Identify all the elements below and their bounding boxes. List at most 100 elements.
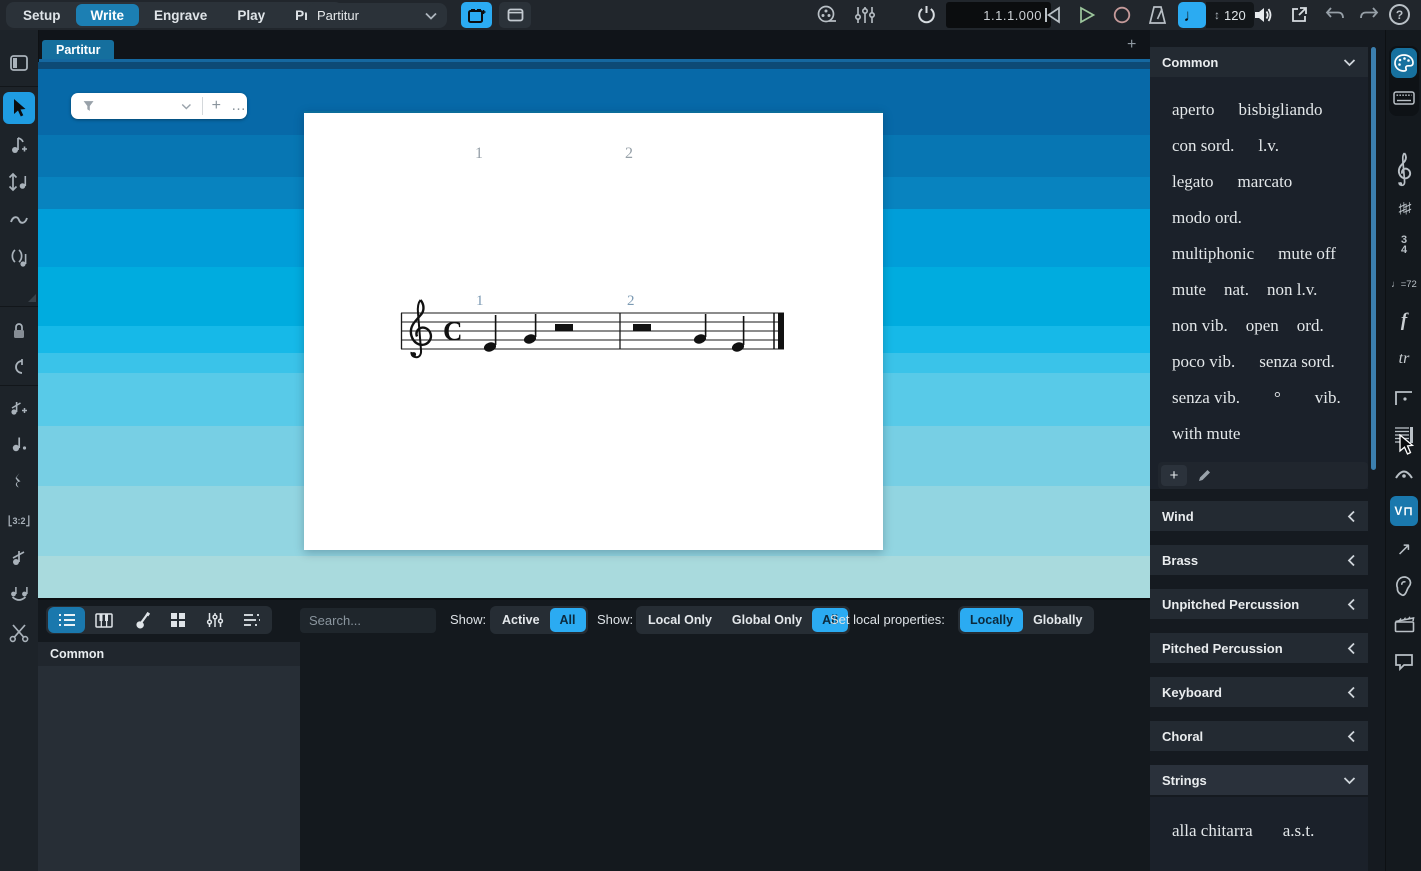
faders-panel-button[interactable]	[196, 607, 233, 633]
technique-item[interactable]: marcato	[1238, 172, 1293, 192]
technique-item[interactable]: a.s.t.	[1283, 821, 1315, 841]
technique-item[interactable]: mute off	[1278, 244, 1336, 264]
filter-more-button[interactable]: …	[231, 98, 247, 113]
time-signatures-panel-button[interactable]: 3 4	[1392, 233, 1416, 257]
mode-tab-write[interactable]: Write	[75, 4, 140, 26]
playback-ear-panel-button[interactable]	[1392, 574, 1416, 598]
play-button[interactable]	[1078, 6, 1096, 24]
single-window-button[interactable]	[499, 2, 531, 28]
chevron-down-icon[interactable]	[181, 102, 192, 111]
insert-lock-button[interactable]	[7, 319, 31, 343]
section-header-choral[interactable]: Choral	[1150, 721, 1368, 751]
technique-item[interactable]: vib.	[1315, 388, 1341, 408]
section-header-wind[interactable]: Wind	[1150, 501, 1368, 531]
ornaments-panel-button[interactable]: tr	[1392, 347, 1416, 371]
mixer-button[interactable]	[854, 5, 876, 25]
technique-item[interactable]: ord.	[1297, 316, 1324, 336]
section-header-pitched-percussion[interactable]: Pitched Percussion	[1150, 633, 1368, 663]
properties-group-header[interactable]: Common	[38, 642, 300, 666]
local-only-button[interactable]: Local Only	[638, 608, 722, 632]
globally-button[interactable]: Globally	[1023, 608, 1092, 632]
technique-item[interactable]: l.v.	[1258, 136, 1279, 156]
technique-item[interactable]: con sord.	[1172, 136, 1234, 156]
technique-item[interactable]: non l.v.	[1267, 280, 1317, 300]
technique-item[interactable]: senza vib.	[1172, 388, 1240, 408]
mixer-panel-button[interactable]	[159, 607, 196, 633]
keyboard-panel-button[interactable]	[85, 607, 122, 633]
locally-button[interactable]: Locally	[960, 608, 1024, 632]
edit-pencil-button[interactable]	[1197, 468, 1212, 483]
section-header-common[interactable]: Common	[1150, 47, 1368, 77]
rhythm-dot-button[interactable]	[7, 433, 31, 457]
tempo-panel-button[interactable]: ♩=72	[1391, 272, 1417, 296]
show-active-button[interactable]: Active	[492, 608, 550, 632]
clefs-panel-button[interactable]	[1392, 152, 1416, 188]
share-button[interactable]	[1290, 6, 1309, 24]
technique-item[interactable]: alla chitarra	[1172, 821, 1253, 841]
repeat-structures-panel-button[interactable]	[1392, 386, 1416, 410]
tuplet-button[interactable]: ⎣3:2⎦	[7, 509, 31, 533]
technique-item[interactable]: legato	[1172, 172, 1214, 192]
new-tab-window-button[interactable]	[461, 2, 492, 28]
select-tool-button[interactable]	[3, 92, 35, 124]
holds-pauses-panel-button[interactable]	[1392, 461, 1416, 485]
score-page[interactable]: 1 2 1 2 C	[304, 111, 883, 550]
voices-tool-button[interactable]	[7, 246, 31, 270]
redo-button[interactable]	[1359, 7, 1379, 23]
mode-tab-engrave[interactable]: Engrave	[139, 4, 222, 26]
undo-button[interactable]	[1325, 7, 1345, 23]
add-tab-button[interactable]: +	[1127, 36, 1136, 54]
onscreen-keyboard-button[interactable]	[1392, 86, 1416, 110]
rest-button[interactable]	[7, 470, 31, 494]
technique-item[interactable]: non vib.	[1172, 316, 1228, 336]
acciaccatura-button[interactable]	[7, 546, 31, 570]
mode-tab-play[interactable]: Play	[222, 4, 280, 26]
toggle-left-panel-button[interactable]	[7, 51, 31, 75]
technique-item[interactable]: multiphonic	[1172, 244, 1254, 264]
video-panel-button[interactable]	[1392, 612, 1416, 636]
score-canvas[interactable]: + … 1 2 1 2 C	[38, 62, 1150, 598]
key-signatures-panel-button[interactable]: ♯♯	[1392, 196, 1416, 220]
dynamics-panel-button[interactable]: f	[1392, 309, 1416, 333]
help-button[interactable]: ?	[1389, 4, 1410, 25]
technique-item[interactable]: modo ord.	[1172, 208, 1242, 228]
video-button[interactable]	[816, 5, 838, 25]
add-technique-button[interactable]: +	[1161, 465, 1187, 486]
technique-item[interactable]: °	[1274, 388, 1281, 408]
show-all-button[interactable]: All	[549, 608, 586, 632]
record-button[interactable]	[1113, 6, 1131, 24]
comments-panel-button[interactable]	[1392, 650, 1416, 674]
properties-list-view-button[interactable]	[48, 607, 85, 633]
technique-item[interactable]: with mute	[1172, 424, 1240, 444]
properties-list-area[interactable]	[38, 666, 300, 871]
technique-item[interactable]: nat.	[1224, 280, 1249, 300]
technique-item[interactable]: open	[1246, 316, 1279, 336]
activate-project-button[interactable]	[916, 4, 937, 25]
scissors-button[interactable]	[7, 621, 31, 645]
panel-scrollbar[interactable]	[1371, 47, 1376, 470]
playing-techniques-panel-button[interactable]: V⊓	[1390, 496, 1418, 526]
insert-scissors-clamp-button[interactable]	[7, 356, 31, 380]
filter-add-button[interactable]: +	[212, 97, 221, 115]
metronome-click-button[interactable]	[1147, 5, 1168, 25]
global-only-button[interactable]: Global Only	[722, 608, 812, 632]
lines-panel-button[interactable]: ↗	[1392, 537, 1416, 561]
rewind-button[interactable]	[1042, 6, 1062, 24]
technique-item[interactable]: aperto	[1172, 100, 1214, 120]
note-input-button[interactable]	[7, 133, 31, 157]
section-header-strings[interactable]: Strings	[1150, 765, 1368, 795]
section-header-keyboard[interactable]: Keyboard	[1150, 677, 1368, 707]
mode-tab-setup[interactable]: Setup	[8, 4, 76, 26]
section-header-unpitched-percussion[interactable]: Unpitched Percussion	[1150, 589, 1368, 619]
grace-note-button[interactable]	[7, 396, 31, 420]
transpose-tool-button[interactable]	[7, 170, 31, 194]
volume-button[interactable]	[1253, 5, 1275, 25]
technique-item[interactable]: bisbigliando	[1238, 100, 1322, 120]
section-header-brass[interactable]: Brass	[1150, 545, 1368, 575]
search-input[interactable]	[300, 608, 436, 633]
technique-item[interactable]: senza sord.	[1259, 352, 1335, 372]
tab-partitur[interactable]: Partitur	[42, 40, 115, 59]
technique-item[interactable]: poco vib.	[1172, 352, 1235, 372]
fixed-tempo-button[interactable]: ♩	[1178, 2, 1206, 28]
panels-palette-button[interactable]	[1391, 48, 1417, 78]
